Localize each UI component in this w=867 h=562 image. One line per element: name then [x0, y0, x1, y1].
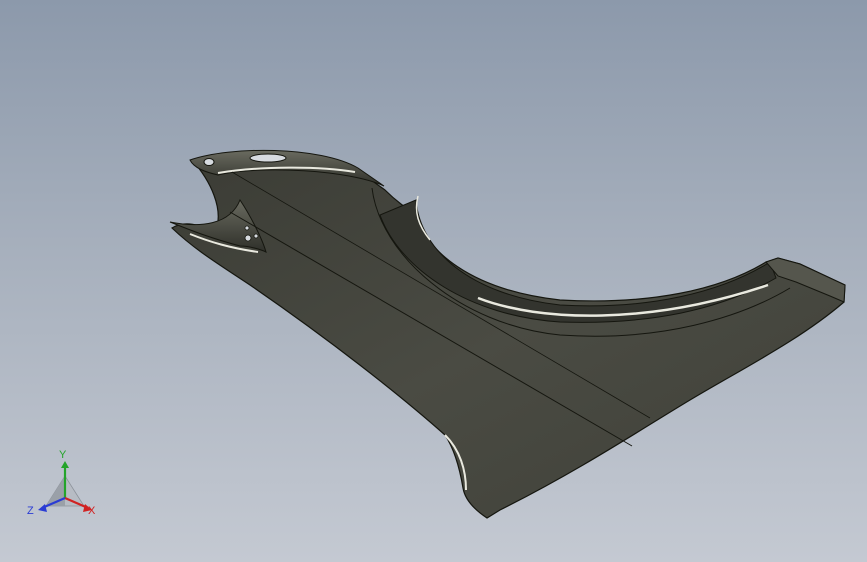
mount-slot-icon — [249, 153, 287, 163]
mount-hole-icon — [244, 234, 252, 242]
mount-hole-icon — [203, 158, 215, 166]
x-axis-label: X — [88, 505, 96, 517]
coordinate-triad: Y X Z — [24, 448, 106, 524]
y-axis-label: Y — [59, 449, 67, 461]
z-axis-label: Z — [27, 505, 34, 517]
mount-hole-icon — [244, 225, 250, 231]
mount-hole-icon — [253, 233, 259, 239]
fender-body[interactable] — [171, 152, 846, 519]
fender-part-model[interactable] — [0, 0, 867, 562]
graphics-viewport[interactable]: Y X Z — [0, 0, 867, 562]
